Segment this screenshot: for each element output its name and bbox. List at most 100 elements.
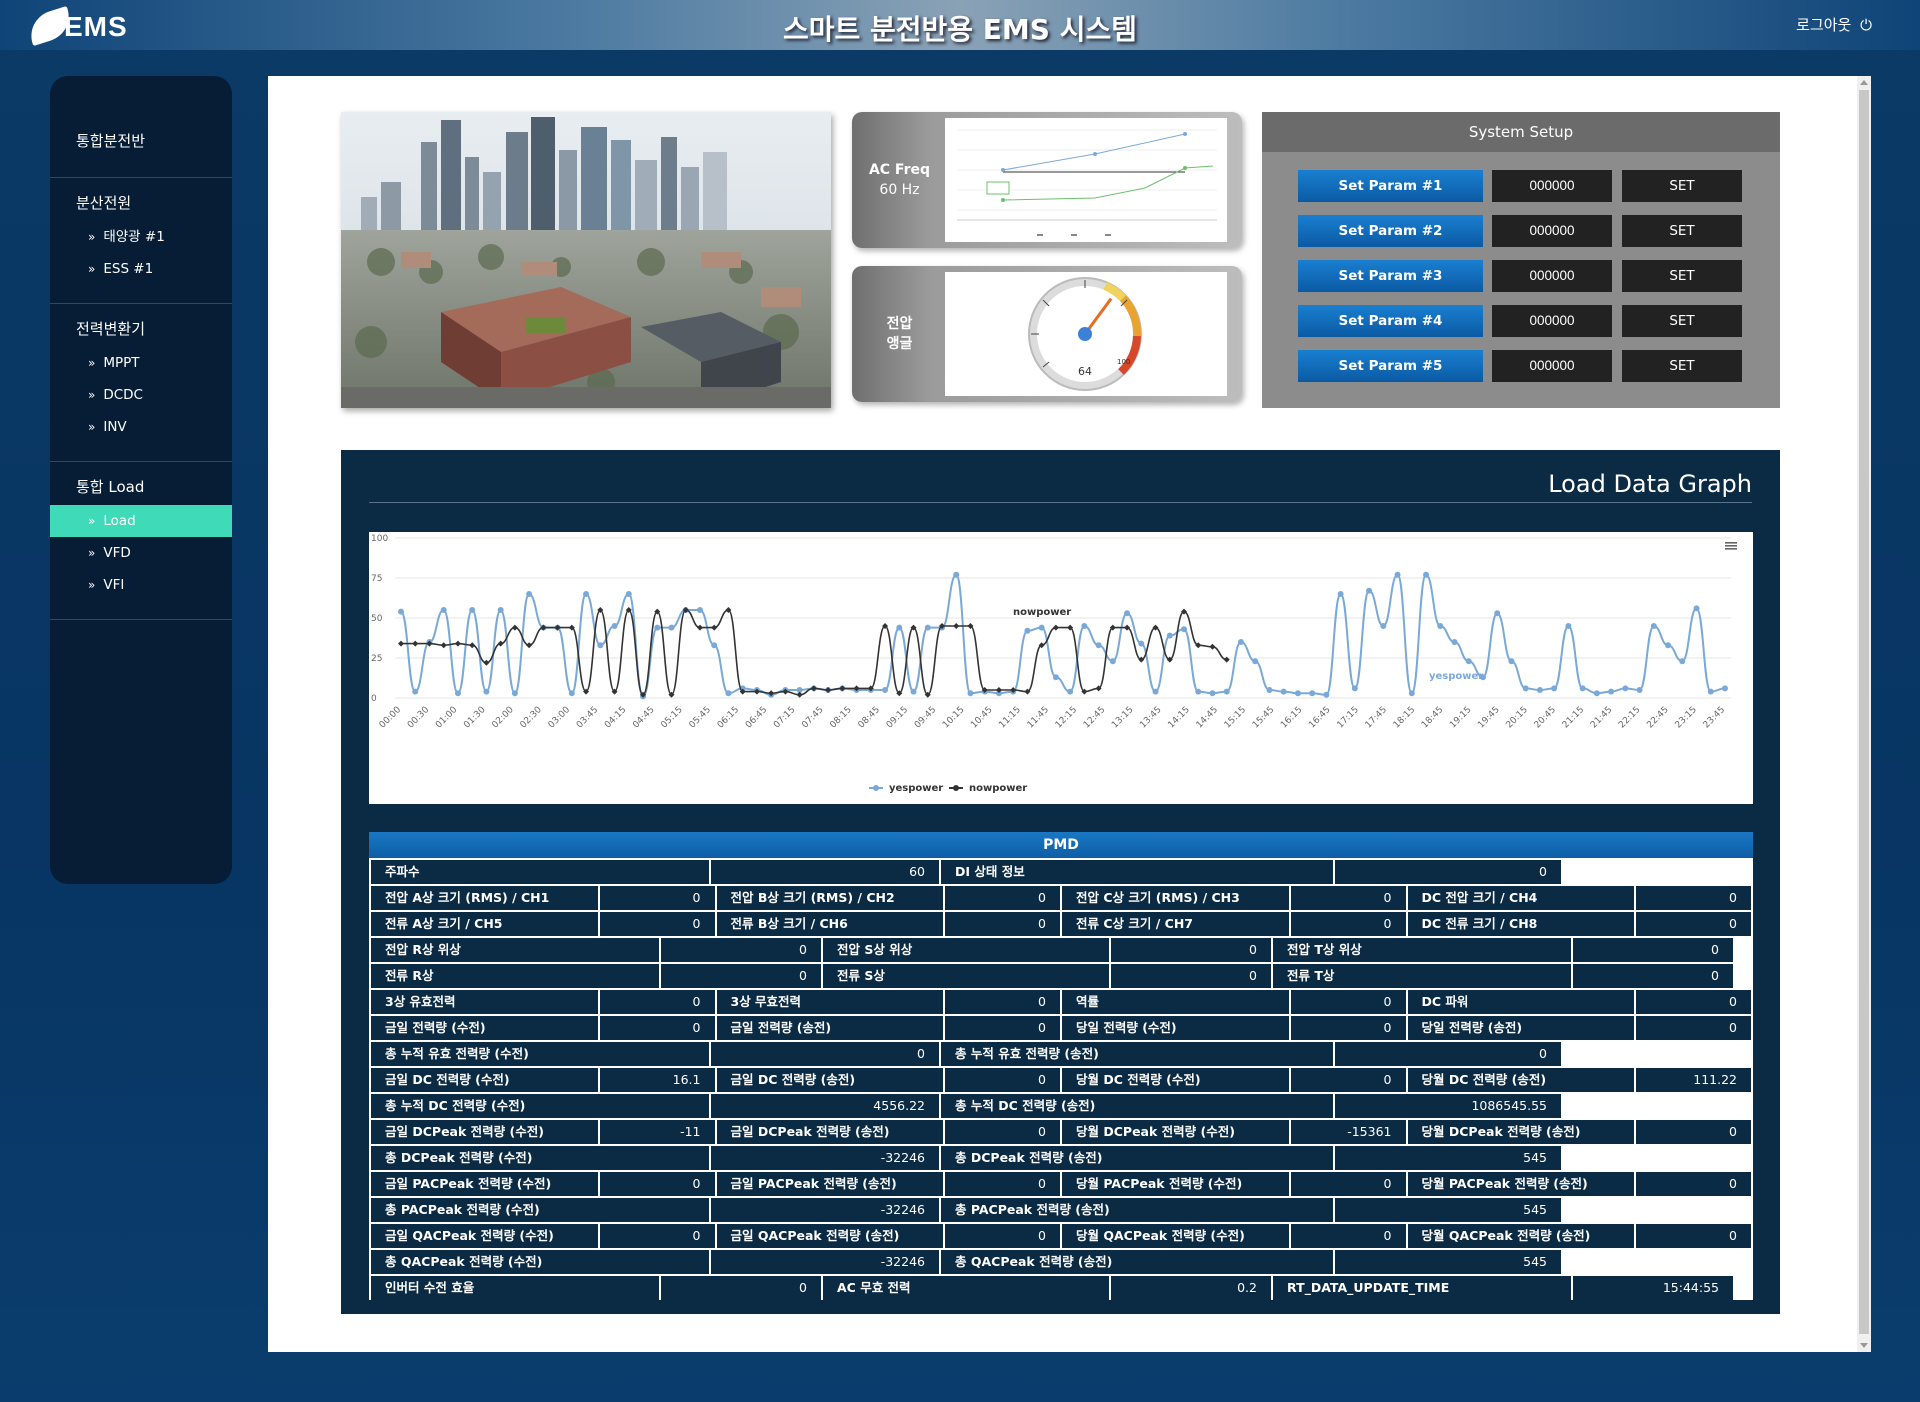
load-chart[interactable]: 0 25 50 75 100 00:00 00:30 01:00 01:30 02:00 02:30… [369, 532, 1753, 804]
data-point-yespower [1394, 571, 1401, 578]
pmd-label: 금일 전력량 (송전) [716, 1016, 944, 1040]
data-point-yespower [511, 690, 518, 697]
y-tick-label: 75 [371, 574, 382, 584]
sidebar-group-title[interactable]: 통합 Load [50, 476, 232, 497]
y-tick-label: 100 [371, 534, 388, 544]
data-point-yespower [1679, 658, 1686, 665]
pmd-value: 0 [599, 912, 715, 936]
x-tick-label: 11:15 [997, 705, 1022, 730]
x-tick-label: 10:45 [969, 705, 994, 730]
data-point-yespower [469, 607, 476, 613]
set-param-button[interactable]: Set Param #2 [1298, 215, 1483, 247]
param-value-input[interactable] [1492, 305, 1612, 337]
data-point-yespower [1223, 688, 1230, 695]
ac-freq-label: AC Freq [868, 162, 931, 178]
data-point-nowpower [412, 640, 419, 647]
pmd-value: 0 [711, 1042, 939, 1066]
param-value-input[interactable] [1492, 215, 1612, 247]
pmd-label: 전류 T상 [1273, 964, 1571, 988]
data-point-yespower [1408, 690, 1415, 697]
set-param-button[interactable]: Set Param #4 [1298, 305, 1483, 337]
pmd-label: 전압 R상 위상 [371, 938, 659, 962]
logout-button[interactable]: 로그아웃 ⏻ [1796, 14, 1872, 35]
sidebar-item[interactable]: » ESS #1 [50, 253, 232, 285]
scroll-thumb[interactable] [1859, 90, 1869, 1334]
pmd-value: 0 [945, 1224, 1060, 1248]
data-point-yespower [654, 624, 661, 631]
pmd-label: 당월 PACPeak 전력량 (수전) [1062, 1172, 1289, 1196]
load-data-panel: Load Data Graph 0 25 50 75 100 00:00 00:30 01:0… [341, 450, 1780, 1314]
x-tick-label: 22:45 [1645, 705, 1670, 730]
x-tick-label: 06:15 [716, 705, 741, 730]
pmd-label: 당월 DCPeak 전력량 (수전) [1062, 1120, 1289, 1144]
x-tick-label: 16:45 [1307, 705, 1332, 730]
pmd-label: 금일 DCPeak 전력량 (수전) [371, 1120, 598, 1144]
data-point-yespower [882, 687, 889, 693]
sidebar-item[interactable]: » VFD [50, 537, 232, 569]
pmd-row: 전류 A상 크기 / CH5 0 전류 B상 크기 / CH6 0 전류 C상 크기 /… [369, 912, 1753, 936]
sidebar-group-title[interactable]: 통합분전반 [50, 130, 232, 151]
x-tick-label: 19:15 [1448, 705, 1473, 730]
data-point-yespower [1722, 685, 1728, 692]
pmd-row: 금일 PACPeak 전력량 (수전) 0 금일 PACPeak 전력량 (송전) 0… [369, 1172, 1753, 1196]
chart-menu-icon[interactable] [1725, 542, 1737, 550]
x-tick-label: 02:30 [519, 705, 545, 731]
data-point-yespower [1465, 658, 1472, 665]
pmd-value: 0 [661, 964, 821, 988]
sidebar-item[interactable]: » DCDC [50, 379, 232, 411]
sidebar-item[interactable]: » Load [50, 505, 232, 537]
pmd-label: 전류 A상 크기 / CH5 [371, 912, 598, 936]
scroll-down-icon[interactable] [1860, 1343, 1868, 1348]
x-tick-label: 20:15 [1505, 705, 1530, 730]
pmd-row: 금일 DC 전력량 (수전) 16.1 금일 DC 전력량 (송전) 0 당월 DC 전… [369, 1068, 1753, 1092]
set-button[interactable]: SET [1622, 260, 1742, 292]
sidebar-item[interactable]: » MPPT [50, 347, 232, 379]
data-point-nowpower [398, 640, 404, 647]
sidebar-group: 통합 Load » Load » VFD » VFI [50, 462, 232, 620]
data-point-nowpower [483, 659, 490, 666]
pmd-label: 전류 B상 크기 / CH6 [716, 912, 944, 936]
x-tick-label: 05:45 [688, 705, 713, 730]
param-value-input[interactable] [1492, 350, 1612, 382]
data-point-yespower [1536, 687, 1543, 693]
set-button[interactable]: SET [1622, 305, 1742, 337]
x-tick-label: 14:45 [1195, 705, 1220, 730]
ac-frequency-card: AC Freq 60 Hz [852, 112, 1242, 248]
sidebar-group-title[interactable]: 전력변환기 [50, 318, 232, 339]
pmd-value: 111.22 [1636, 1068, 1751, 1092]
data-point-nowpower [497, 640, 504, 647]
set-button[interactable]: SET [1622, 170, 1742, 202]
main-scrollbar[interactable] [1857, 76, 1871, 1352]
scroll-up-icon[interactable] [1860, 80, 1868, 85]
x-tick-label: 22:15 [1617, 705, 1642, 730]
data-point-nowpower [1052, 624, 1059, 631]
y-tick-label: 25 [371, 654, 382, 664]
param-value-input[interactable] [1492, 260, 1612, 292]
data-point-nowpower [953, 623, 960, 629]
sidebar-group-title[interactable]: 분산전원 [50, 192, 232, 213]
double-chevron-right-icon: » [88, 420, 96, 434]
gauge-value: 64 [1078, 365, 1092, 378]
pmd-label: 총 누적 DC 전력량 (수전) [371, 1094, 709, 1118]
set-param-button[interactable]: Set Param #1 [1298, 170, 1483, 202]
pmd-value: 0 [1636, 1172, 1751, 1196]
set-param-button[interactable]: Set Param #5 [1298, 350, 1483, 382]
pmd-label: 전압 T상 위상 [1273, 938, 1571, 962]
data-point-yespower [1081, 623, 1088, 629]
set-button[interactable]: SET [1622, 350, 1742, 382]
data-point-yespower [526, 591, 533, 597]
sidebar-item[interactable]: » INV [50, 411, 232, 443]
set-button[interactable]: SET [1622, 215, 1742, 247]
param-value-input[interactable] [1492, 170, 1612, 202]
set-param-button[interactable]: Set Param #3 [1298, 260, 1483, 292]
pmd-value: 0 [1335, 860, 1561, 884]
sidebar-item[interactable]: » 태양광 #1 [50, 221, 232, 253]
data-point-yespower [1593, 690, 1600, 697]
x-tick-label: 23:15 [1674, 705, 1699, 730]
pmd-table: PMD 주파수 60 DI 상태 정보 0 전압 A상 크기 (RMS) / CH1 0 전… [369, 832, 1753, 1302]
data-point-yespower [1266, 687, 1273, 693]
pmd-label: 총 QACPeak 전력량 (송전) [941, 1250, 1333, 1274]
sidebar-item[interactable]: » VFI [50, 569, 232, 601]
pmd-label: 금일 전력량 (수전) [371, 1016, 598, 1040]
x-tick-label: 17:45 [1364, 705, 1389, 730]
